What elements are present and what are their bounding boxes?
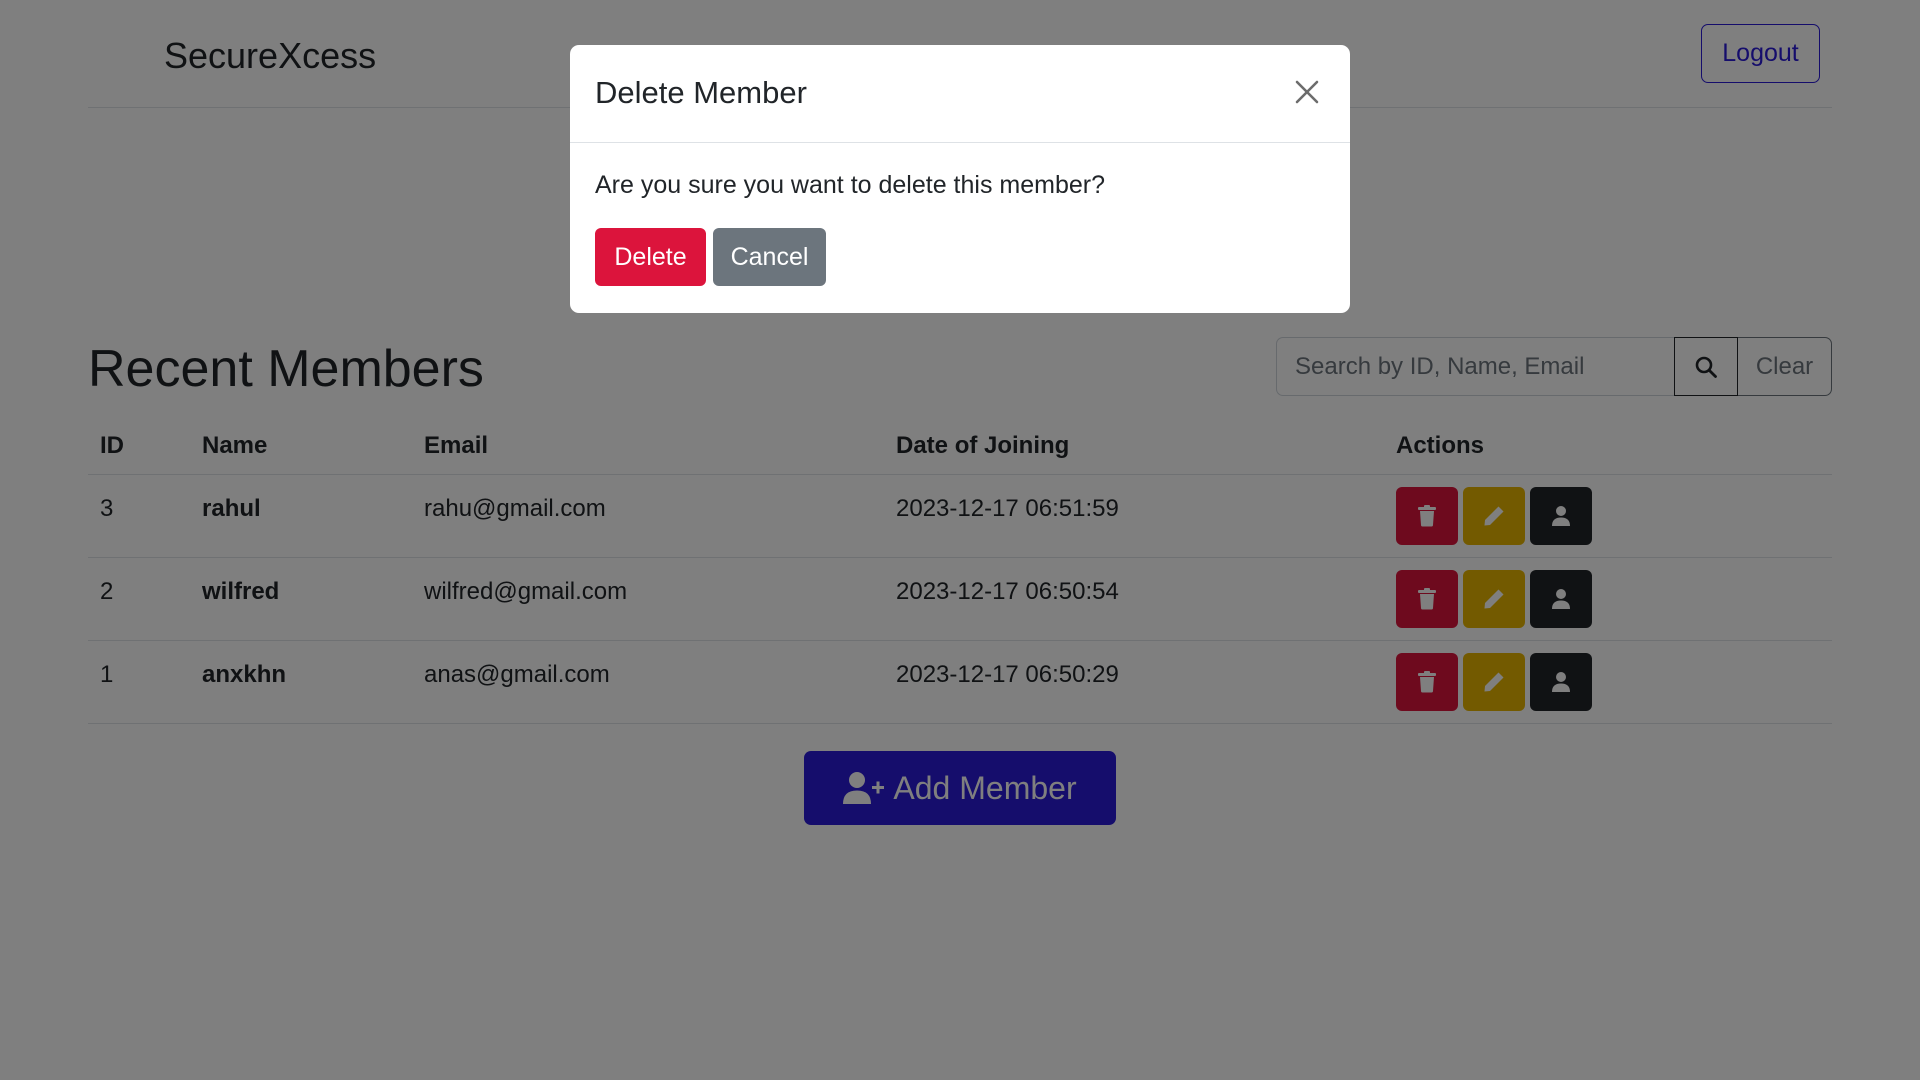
- modal-body: Are you sure you want to delete this mem…: [570, 143, 1350, 313]
- modal-header: Delete Member: [570, 45, 1350, 143]
- modal-message: Are you sure you want to delete this mem…: [595, 171, 1105, 199]
- confirm-delete-button[interactable]: Delete: [595, 228, 706, 286]
- modal-close-button[interactable]: [1286, 71, 1328, 113]
- cancel-button[interactable]: Cancel: [713, 228, 826, 286]
- modal-title: Delete Member: [595, 75, 807, 110]
- delete-member-dialog: Delete Member Are you sure you want to d…: [570, 45, 1350, 313]
- close-icon: [1295, 80, 1319, 104]
- members-page: SecureXcess Logout Recent Members Clear …: [0, 0, 1920, 1080]
